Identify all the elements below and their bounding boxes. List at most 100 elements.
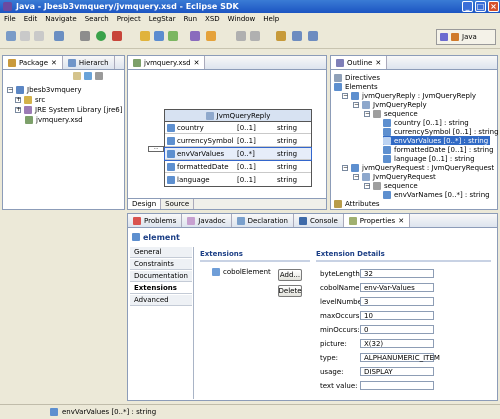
menu-navigate[interactable]: Navigate	[45, 15, 76, 23]
outline-item[interactable]: Elements	[334, 82, 378, 91]
print-icon[interactable]	[34, 31, 44, 41]
previous-annotation-icon[interactable]	[250, 31, 260, 41]
text-value-field[interactable]	[360, 381, 434, 390]
collapse-icon[interactable]: −	[342, 92, 348, 99]
menu-window[interactable]: Window	[228, 15, 256, 23]
menu-help[interactable]: Help	[263, 15, 279, 23]
element-row[interactable]: currencySymbol [0..1] string	[165, 135, 311, 147]
outline-item-selected[interactable]: envVarValues [0..*] : string	[383, 136, 491, 145]
menu-edit[interactable]: Edit	[24, 15, 38, 23]
menu-run[interactable]: Run	[184, 15, 197, 23]
usage-field[interactable]: DISPLAY	[360, 367, 434, 376]
byte-length-field[interactable]: 32	[360, 269, 434, 278]
link-with-editor-icon[interactable]	[84, 72, 92, 80]
new-class-icon[interactable]	[154, 31, 164, 41]
expand-icon[interactable]: +	[15, 96, 21, 103]
menu-search[interactable]: Search	[85, 15, 109, 23]
side-tab-documentation[interactable]: Documentation	[130, 271, 192, 282]
tree-item[interactable]: + src	[15, 95, 45, 104]
tab-hierarchy[interactable]: Hierarch	[63, 56, 115, 69]
menu-xsd[interactable]: XSD	[205, 15, 220, 23]
collapse-icon[interactable]: −	[353, 173, 359, 180]
outline-item[interactable]: − jvmQueryRequest : JvmQueryRequest	[342, 163, 494, 172]
outline-item[interactable]: currencySymbol [0..1] : string	[383, 127, 499, 136]
tab-package-explorer[interactable]: Package ✕	[3, 56, 63, 69]
next-annotation-icon[interactable]	[236, 31, 246, 41]
element-row[interactable]: country [0..1] string	[165, 122, 311, 134]
search-icon[interactable]	[190, 31, 200, 41]
last-edit-location-icon[interactable]	[276, 31, 286, 41]
extension-item[interactable]: cobolElement	[212, 267, 271, 276]
expand-icon[interactable]: +	[15, 106, 21, 113]
picture-field[interactable]: X(32)	[360, 339, 434, 348]
outline-item[interactable]: formattedDate [0..1] : string	[383, 145, 494, 154]
type-field[interactable]: ALPHANUMERIC_ITEM	[360, 353, 440, 362]
sequence-icon[interactable]: ···	[148, 146, 164, 152]
min-occurs-field[interactable]: 0	[360, 325, 434, 334]
open-type-icon[interactable]	[168, 31, 178, 41]
complex-type-box[interactable]: JvmQueryReply country [0..1] string curr…	[164, 109, 312, 187]
collapse-icon[interactable]: −	[342, 164, 348, 171]
annotation-icon[interactable]	[206, 31, 216, 41]
level-number-field[interactable]: 3	[360, 297, 434, 306]
tree-item[interactable]: jvmquery.xsd	[25, 115, 83, 124]
collapse-icon[interactable]: −	[7, 86, 13, 93]
close-button[interactable]: ×	[488, 1, 499, 12]
run-icon[interactable]	[96, 31, 106, 41]
menu-file[interactable]: File	[4, 15, 16, 23]
tab-problems[interactable]: Problems	[128, 214, 183, 227]
menu-legstar[interactable]: LegStar	[149, 15, 176, 23]
outline-item[interactable]: − JvmQueryRequest	[353, 172, 436, 181]
collapse-icon[interactable]: −	[364, 182, 370, 189]
tab-outline[interactable]: Outline ✕	[331, 56, 388, 69]
outline-item[interactable]: − sequence	[364, 181, 418, 190]
add-button[interactable]: Add...	[278, 269, 302, 281]
outline-item[interactable]: Attributes	[334, 199, 380, 208]
collapse-icon[interactable]: −	[353, 101, 359, 108]
maximize-button[interactable]: □	[475, 1, 486, 12]
minimize-button[interactable]: _	[462, 1, 473, 12]
outline-item[interactable]: language [0..1] : string	[383, 154, 475, 163]
collapse-icon[interactable]: −	[364, 110, 370, 117]
cobol-name-field[interactable]: env-Var-Values	[360, 283, 434, 292]
tab-javadoc[interactable]: Javadoc	[182, 214, 232, 227]
tab-declaration[interactable]: Declaration	[232, 214, 294, 227]
new-icon[interactable]	[6, 31, 16, 41]
side-tab-extensions[interactable]: Extensions	[130, 283, 192, 294]
close-tab-icon[interactable]: ✕	[375, 59, 381, 67]
side-tab-constraints[interactable]: Constraints	[130, 259, 192, 270]
external-tools-icon[interactable]	[112, 31, 122, 41]
element-row[interactable]: formattedDate [0..1] string	[165, 161, 311, 173]
view-menu-icon[interactable]	[95, 72, 103, 80]
collapse-all-icon[interactable]	[73, 72, 81, 80]
element-row[interactable]: language [0..1] string	[165, 174, 311, 186]
menu-project[interactable]: Project	[117, 15, 141, 23]
outline-item[interactable]: − sequence	[364, 109, 418, 118]
side-tab-general[interactable]: General	[130, 247, 192, 258]
new-java-project-icon[interactable]	[54, 31, 64, 41]
new-package-icon[interactable]	[140, 31, 150, 41]
perspective-switcher[interactable]: Java	[436, 29, 496, 45]
debug-icon[interactable]	[80, 31, 90, 41]
outline-item[interactable]: − jvmQueryReply : JvmQueryReply	[342, 91, 476, 100]
element-row-selected[interactable]: envVarValues [0..*] string	[164, 147, 312, 161]
delete-button[interactable]: Delete	[278, 285, 302, 297]
tab-console[interactable]: Console	[294, 214, 344, 227]
forward-icon[interactable]	[308, 31, 318, 41]
outline-item[interactable]: − JvmQueryReply	[353, 100, 427, 109]
side-tab-advanced[interactable]: Advanced	[130, 295, 192, 306]
close-tab-icon[interactable]: ✕	[398, 217, 404, 225]
save-icon[interactable]	[20, 31, 30, 41]
max-occurs-field[interactable]: 10	[360, 311, 434, 320]
back-icon[interactable]	[292, 31, 302, 41]
outline-item[interactable]: Directives	[334, 73, 380, 82]
tab-source[interactable]: Source	[161, 199, 195, 209]
tab-properties[interactable]: Properties ✕	[343, 214, 411, 227]
close-tab-icon[interactable]: ✕	[51, 59, 57, 67]
tree-item[interactable]: + JRE System Library [jre6]	[15, 105, 123, 114]
tab-design[interactable]: Design	[128, 199, 162, 209]
tree-item[interactable]: − Jbesb3vmquery	[7, 85, 82, 94]
outline-item[interactable]: country [0..1] : string	[383, 118, 469, 127]
outline-item[interactable]: envVarNames [0..*] : string	[383, 190, 490, 199]
close-tab-icon[interactable]: ✕	[194, 59, 200, 67]
